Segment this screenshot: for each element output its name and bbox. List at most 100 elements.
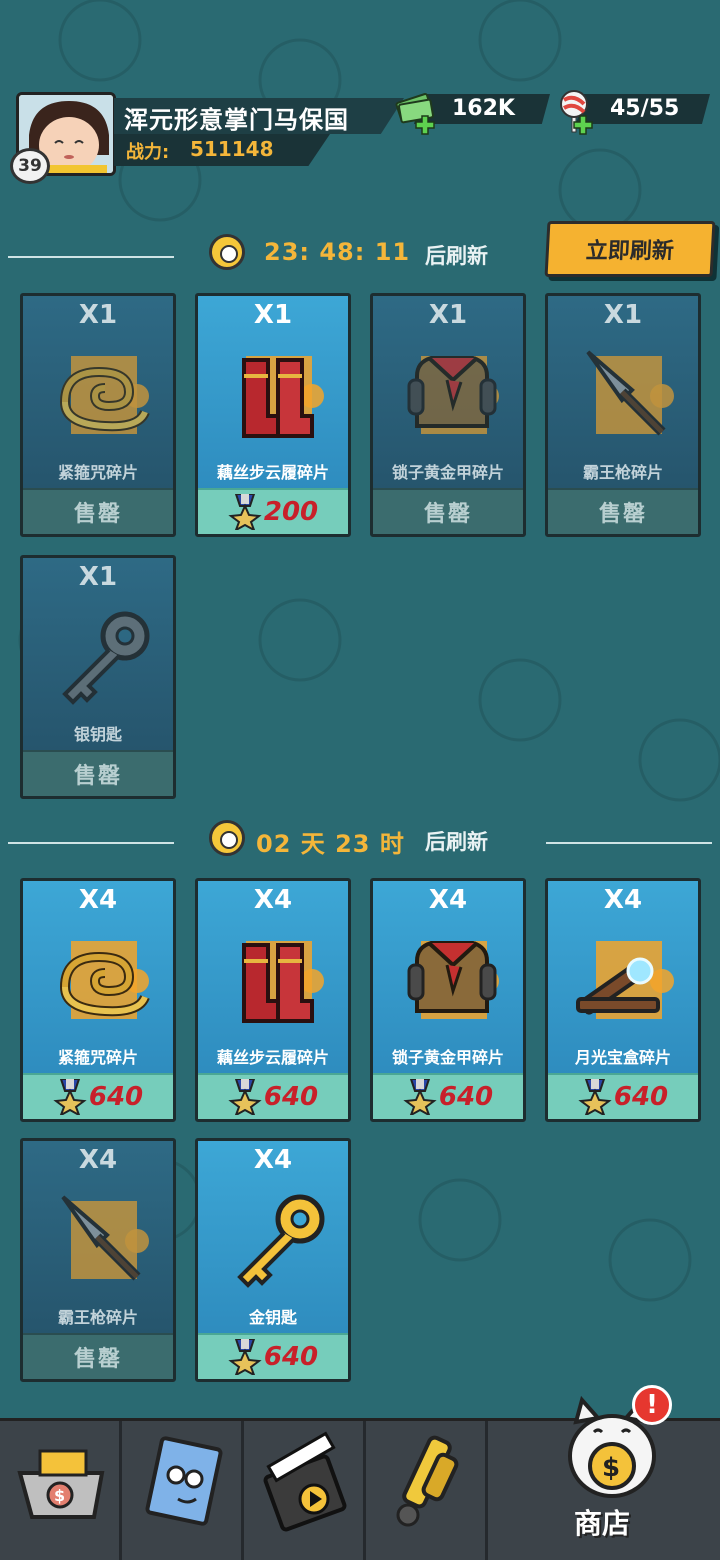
nav-book[interactable] [122,1421,244,1560]
red-boots-icon [242,941,324,1023]
section1-timer: 23: 48: 11 [264,238,411,266]
sold-out-footer: 售罄 [373,488,523,534]
red-boots-icon [242,356,324,438]
player-header: 39 浑元形意掌门马保国 战力: 511148 162K 45/55 [0,0,720,215]
shop-item-card[interactable]: X1 锁子黄金甲碎片售罄 [370,293,526,537]
item-name: 紧箍咒碎片 [57,1048,138,1067]
item-quantity: X4 [253,1145,293,1175]
medal-icon [403,1079,437,1115]
section2-timer-suffix: 后刷新 [425,830,488,854]
clock-icon [209,234,245,270]
item-name: 金钥匙 [248,1308,297,1327]
shop-item-card[interactable]: X1 银钥匙售罄 [20,555,176,799]
book-icon [145,1436,223,1526]
item-price: 640 [613,1082,669,1112]
add-candy-icon[interactable] [572,114,594,136]
nav-cart[interactable]: $ [0,1421,122,1560]
gold-ring-icon [60,941,150,1019]
sold-out-label: 售罄 [423,502,472,527]
item-price: 640 [88,1082,144,1112]
clock-icon [209,820,245,856]
power-value: 511148 [190,137,274,161]
silver-key-icon [62,611,150,705]
shop-item-card[interactable]: X4 锁子黄金甲碎片 640 [370,878,526,1122]
item-name: 锁子黄金甲碎片 [391,1048,504,1067]
price-footer[interactable]: 640 [373,1073,523,1119]
item-name: 紧箍咒碎片 [57,463,138,482]
item-name: 藕丝步云履碎片 [216,1048,329,1067]
player-name: 浑元形意掌门马保国 [124,106,349,134]
item-quantity: X4 [78,885,118,915]
add-cash-icon[interactable] [414,114,436,136]
level-badge: 39 [10,148,50,184]
armor-icon [407,941,499,1019]
shop-item-card[interactable]: X4 藕丝步云履碎片 640 [195,878,351,1122]
item-quantity: X4 [603,885,643,915]
item-quantity: X4 [428,885,468,915]
sold-out-footer: 售罄 [23,750,173,796]
item-price: 200 [263,497,319,527]
divider-right-2 [546,842,712,844]
spear-icon [586,350,674,436]
sold-out-footer: 售罄 [23,1333,173,1379]
price-footer[interactable]: 640 [548,1073,698,1119]
shop-label: 商店 [574,1507,631,1540]
refresh-now-button[interactable]: 立即刷新 [544,221,716,277]
svg-text:$: $ [602,1453,620,1483]
candy-value: 45/55 [610,96,680,121]
moonlight-box-icon [576,941,674,1019]
sold-out-label: 售罄 [73,1347,122,1372]
shop-item-card[interactable]: X4 金钥匙 640 [195,1138,351,1382]
item-price: 640 [263,1082,319,1112]
item-quantity: X1 [603,300,643,330]
item-name: 月光宝盒碎片 [574,1048,671,1067]
item-name: 霸王枪碎片 [582,463,663,482]
nav-telescope[interactable] [366,1421,488,1560]
price-footer[interactable]: 640 [23,1073,173,1119]
section1-timer-suffix: 后刷新 [425,244,488,268]
power-label: 战力: [126,142,170,163]
spear-icon [61,1195,149,1281]
price-footer[interactable]: 640 [198,1073,348,1119]
medal-icon [228,1339,262,1375]
item-price: 640 [438,1082,494,1112]
medal-icon [228,494,262,530]
sold-out-label: 售罄 [73,764,122,789]
divider-left [8,256,174,258]
price-footer[interactable]: 200 [198,488,348,534]
divider-left-2 [8,842,174,844]
item-quantity: X1 [78,300,118,330]
medal-icon [228,1079,262,1115]
item-name: 藕丝步云履碎片 [216,463,329,482]
shop-item-card[interactable]: X4 霸王枪碎片售罄 [20,1138,176,1382]
telescope-icon [396,1435,459,1527]
shop-item-card[interactable]: X1 藕丝步云履碎片 200 [195,293,351,537]
sold-out-label: 售罄 [598,502,647,527]
sold-out-footer: 售罄 [23,488,173,534]
medal-icon [578,1079,612,1115]
item-name: 霸王枪碎片 [57,1308,138,1327]
price-footer[interactable]: 640 [198,1333,348,1379]
item-quantity: X1 [253,300,293,330]
shop-item-card[interactable]: X4 月光宝盒碎片 640 [545,878,701,1122]
cash-value: 162K [452,96,515,121]
gold-cart-icon: $ [17,1449,105,1519]
item-name: 锁子黄金甲碎片 [391,463,504,482]
armor-icon [407,356,499,434]
medal-icon [53,1079,87,1115]
shop-item-card[interactable]: X4 紧箍咒碎片 640 [20,878,176,1122]
shop-item-card[interactable]: X1 紧箍咒碎片售罄 [20,293,176,537]
item-quantity: X4 [78,1145,118,1175]
item-quantity: X1 [78,562,118,592]
nav-video[interactable] [244,1421,366,1560]
svg-text:$: $ [54,1486,65,1505]
item-quantity: X1 [428,300,468,330]
gold-key-icon [237,1194,325,1288]
sold-out-label: 售罄 [73,502,122,527]
shop-item-card[interactable]: X1 霸王枪碎片售罄 [545,293,701,537]
item-name: 银钥匙 [73,725,122,744]
item-quantity: X4 [253,885,293,915]
gold-ring-icon [60,356,150,434]
clapperboard-icon [263,1431,347,1532]
section2-timer: 02 天 23 时 [256,830,405,858]
